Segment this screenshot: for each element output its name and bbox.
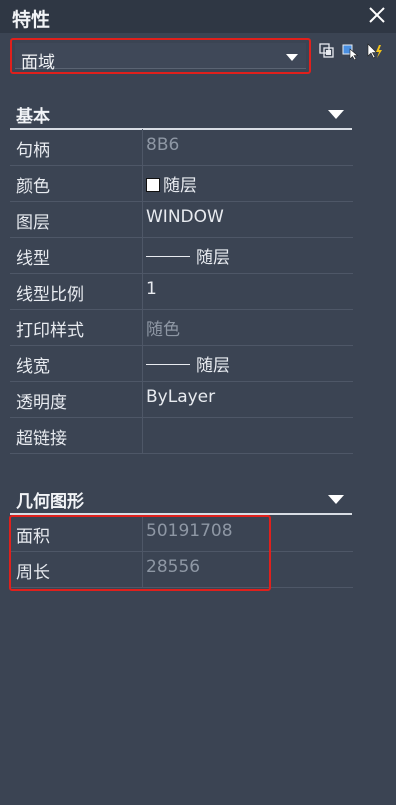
property-value-text: 随层 xyxy=(196,356,230,376)
column-divider xyxy=(142,273,143,309)
column-divider xyxy=(142,165,143,201)
property-value-text: WINDOW xyxy=(146,207,224,227)
column-divider xyxy=(142,129,143,165)
property-row[interactable]: 超链接 xyxy=(10,417,353,454)
property-value-text: ByLayer xyxy=(146,387,216,407)
property-label: 线型 xyxy=(16,249,50,269)
property-row[interactable]: 面积 50191708 xyxy=(10,515,353,552)
property-value: 50191708 xyxy=(146,521,233,541)
property-label: 线宽 xyxy=(16,357,50,377)
property-label: 打印样式 xyxy=(16,321,84,341)
property-value-text: 50191708 xyxy=(146,521,233,541)
section-basic-header[interactable]: 基本 xyxy=(10,98,352,130)
property-value-text: 1 xyxy=(146,279,157,299)
property-row[interactable]: 颜色 随层 xyxy=(10,165,353,202)
collapse-arrow-icon[interactable] xyxy=(328,110,344,119)
column-divider xyxy=(142,237,143,273)
property-value-text: 28556 xyxy=(146,557,201,577)
property-value: 28556 xyxy=(146,557,200,577)
property-value-text: 8B6 xyxy=(146,135,180,155)
column-divider xyxy=(142,381,143,417)
property-label: 超链接 xyxy=(16,429,67,449)
object-type-dropdown[interactable]: 面域 xyxy=(10,38,311,74)
property-value: 随色 xyxy=(146,315,180,340)
property-value: 8B6 xyxy=(146,135,179,155)
panel-title: 特性 xyxy=(12,9,51,31)
object-type-value: 面域 xyxy=(21,53,55,73)
property-value[interactable]: ByLayer xyxy=(146,387,215,407)
close-icon[interactable] xyxy=(366,4,388,26)
column-divider xyxy=(142,309,143,345)
linetype-sample-icon xyxy=(146,364,190,365)
property-row[interactable]: 透明度 ByLayer xyxy=(10,381,353,418)
property-row[interactable]: 线型比例 1 xyxy=(10,273,353,310)
column-divider xyxy=(142,551,143,587)
property-row[interactable]: 周长 28556 xyxy=(10,551,353,588)
color-swatch-icon xyxy=(146,178,160,192)
property-value[interactable]: 随层 xyxy=(146,351,230,376)
toggle-pickadd-icon[interactable] xyxy=(366,42,384,60)
column-divider xyxy=(142,201,143,237)
property-label: 颜色 xyxy=(16,177,50,197)
property-value[interactable]: 随层 xyxy=(146,171,197,196)
linetype-sample-icon xyxy=(146,256,190,257)
section-geometry-header[interactable]: 几何图形 xyxy=(10,483,352,515)
property-value-text: 随层 xyxy=(163,176,197,196)
property-value[interactable]: 随层 xyxy=(146,243,230,268)
property-label: 透明度 xyxy=(16,393,67,413)
property-value[interactable]: WINDOW xyxy=(146,207,224,227)
property-row[interactable]: 图层 WINDOW xyxy=(10,201,353,238)
section-geometry-title: 几何图形 xyxy=(16,492,84,512)
select-objects-icon[interactable] xyxy=(342,42,360,61)
property-row[interactable]: 句柄 8B6 xyxy=(10,129,353,166)
column-divider xyxy=(142,515,143,551)
chevron-down-icon xyxy=(286,54,298,61)
property-row[interactable]: 线型 随层 xyxy=(10,237,353,274)
property-label: 句柄 xyxy=(16,141,50,161)
title-bar: 特性 xyxy=(0,0,396,33)
property-value[interactable]: 1 xyxy=(146,279,157,299)
section-basic-title: 基本 xyxy=(16,107,50,127)
property-row[interactable]: 打印样式 随色 xyxy=(10,309,353,346)
property-row[interactable]: 线宽 随层 xyxy=(10,345,353,382)
property-label: 图层 xyxy=(16,213,50,233)
property-value-text: 随层 xyxy=(196,248,230,268)
column-divider xyxy=(142,417,143,453)
property-label: 周长 xyxy=(16,563,50,583)
property-label: 线型比例 xyxy=(16,285,84,305)
column-divider xyxy=(142,345,143,381)
property-label: 面积 xyxy=(16,527,50,547)
collapse-arrow-icon[interactable] xyxy=(328,495,344,504)
quick-select-icon[interactable] xyxy=(318,42,336,60)
property-value-text: 随色 xyxy=(146,320,180,340)
